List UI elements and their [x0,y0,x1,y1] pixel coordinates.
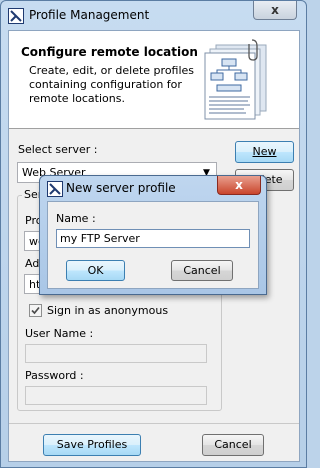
new-button-label: New [252,145,277,158]
password-input[interactable] [25,386,207,405]
cancel-button[interactable]: Cancel [202,434,264,456]
new-server-profile-dialog: New server profile x Name : my FTP Serve… [39,175,267,295]
password-label: Password : [25,369,84,382]
select-server-label: Select server : [18,143,98,156]
header-description-line-1: Create, edit, or delete profiles [29,64,195,77]
header-description-line-2: containing configuration for [29,78,182,91]
header-description-line-3: remote locations. [29,92,125,105]
profile-name-input-value: my FTP Server [60,232,140,245]
footer-divider [9,423,299,424]
window-title: Profile Management [29,8,150,22]
dialog-cancel-button[interactable]: Cancel [171,260,233,281]
header-title: Configure remote location [21,45,198,59]
username-input[interactable] [25,344,207,363]
window-close-button[interactable]: x [253,1,297,20]
dialog-client-area: Name : my FTP Server OK Cancel [47,201,259,289]
title-bar[interactable]: Profile Management x [1,1,306,29]
name-label: Name : [56,212,96,225]
dialog-close-button[interactable]: x [217,176,261,195]
dialog-app-icon [47,181,63,197]
anonymous-label: Sign in as anonymous [47,304,169,317]
profile-name-input[interactable]: my FTP Server [56,229,250,248]
save-profiles-button[interactable]: Save Profiles [43,434,141,456]
dialog-ok-button-label: OK [87,264,104,277]
cancel-button-label: Cancel [214,438,252,451]
dialog-cancel-button-label: Cancel [183,264,221,277]
checkmark-icon [31,306,40,315]
header-panel: Configure remote location Create, edit, … [9,31,299,129]
new-button[interactable]: New [235,141,294,163]
app-icon [8,8,24,24]
anonymous-checkbox[interactable] [29,304,42,317]
dialog-ok-button[interactable]: OK [66,260,125,281]
diagram-documents-illustration [204,39,274,121]
username-label: User Name : [25,327,94,340]
dialog-title: New server profile [66,181,176,195]
address-label: Ad [25,257,40,270]
save-profiles-button-label: Save Profiles [56,438,128,451]
